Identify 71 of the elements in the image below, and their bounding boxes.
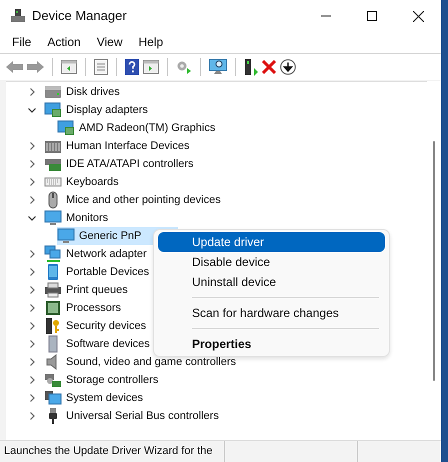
expand-chevron-icon[interactable] — [28, 358, 36, 366]
console-tree-icon[interactable] — [61, 60, 77, 74]
tree-item[interactable]: Mice and other pointing devices — [44, 191, 225, 209]
expand-chevron-icon[interactable] — [28, 196, 36, 204]
expand-chevron-icon[interactable] — [28, 304, 36, 312]
window-title: Device Manager — [32, 7, 127, 26]
network-icon — [44, 245, 62, 263]
expand-chevron-icon[interactable] — [28, 340, 36, 348]
expand-chevron-icon[interactable] — [28, 376, 36, 384]
maximize-icon[interactable] — [367, 11, 377, 21]
expand-chevron-icon[interactable] — [28, 268, 36, 276]
tree-item[interactable]: Keyboards — [44, 173, 123, 191]
menu-item[interactable]: Help — [130, 33, 172, 51]
tree-item[interactable]: Network adapter — [44, 245, 151, 263]
expand-chevron-icon[interactable] — [28, 142, 36, 150]
menu-item[interactable]: Action — [39, 33, 89, 51]
app-icon — [11, 9, 25, 23]
menu-item[interactable]: Disable device — [158, 252, 385, 272]
menu-item[interactable]: Scan for hardware changes — [158, 303, 385, 323]
tree-item[interactable]: Sound, video and game controllers — [44, 353, 240, 371]
tree-item[interactable]: Portable Devices — [44, 263, 154, 281]
menu-item[interactable]: File — [4, 33, 40, 51]
chip-icon — [44, 299, 62, 317]
expand-chevron-icon[interactable] — [28, 286, 36, 294]
expand-chevron-icon[interactable] — [28, 412, 36, 420]
expand-chevron-icon[interactable] — [28, 178, 36, 186]
security-device-icon — [44, 317, 62, 335]
tree-item[interactable]: Storage controllers — [44, 371, 162, 389]
device-arrow-icon[interactable] — [244, 58, 258, 76]
tree-item[interactable]: Disk drives — [44, 83, 124, 101]
disk-drive-icon — [44, 83, 62, 101]
collapse-chevron-icon[interactable] — [28, 106, 36, 114]
menu-item[interactable]: Update driver — [158, 232, 385, 252]
tree-item[interactable]: Security devices — [44, 317, 150, 335]
tree-item[interactable]: Print queues — [44, 281, 132, 299]
storage-controller-icon — [44, 371, 62, 389]
menu-item[interactable]: Uninstall device — [158, 272, 385, 292]
expand-chevron-icon[interactable] — [28, 394, 36, 402]
expand-chevron-icon[interactable] — [28, 250, 36, 258]
tree-item[interactable]: Monitors — [44, 209, 112, 227]
download-icon[interactable] — [280, 59, 296, 75]
tree-item[interactable]: System devices — [44, 389, 148, 407]
tree-item[interactable]: Human Interface Devices — [44, 137, 194, 155]
monitor-search-icon[interactable] — [209, 59, 227, 75]
display-card-icon — [44, 101, 62, 119]
expand-chevron-icon[interactable] — [28, 88, 36, 96]
status-text: Launches the Update Driver Wizard for the — [4, 444, 212, 460]
back-icon[interactable] — [6, 60, 23, 74]
close-icon[interactable] — [412, 10, 424, 22]
expand-chevron-icon[interactable] — [28, 322, 36, 330]
collapse-chevron-icon[interactable] — [28, 214, 36, 222]
system-device-icon — [44, 389, 62, 407]
tree-item[interactable]: Processors — [44, 299, 126, 317]
forward-icon[interactable] — [27, 60, 44, 74]
scrollbar-thumb[interactable] — [433, 141, 435, 381]
monitor-icon — [57, 227, 75, 245]
tree-item[interactable]: Display adapters — [44, 101, 152, 119]
monitor-icon — [44, 209, 62, 227]
printer-icon — [44, 281, 62, 299]
tree-item[interactable]: Software devices — [44, 335, 154, 353]
tree-item[interactable]: AMD Radeon(TM) Graphics — [57, 119, 220, 137]
display-card-icon — [57, 119, 75, 137]
delete-icon[interactable] — [262, 60, 276, 74]
expand-chevron-icon[interactable] — [28, 160, 36, 168]
action-pane-icon[interactable] — [143, 60, 159, 74]
properties-icon[interactable] — [94, 59, 108, 75]
menu-item[interactable]: Properties — [158, 334, 385, 354]
tree-item[interactable]: Universal Serial Bus controllers — [44, 407, 223, 425]
menu-item[interactable]: View — [88, 33, 130, 51]
help-icon[interactable] — [125, 59, 139, 75]
tree-item[interactable]: IDE ATA/ATAPI controllers — [44, 155, 198, 173]
